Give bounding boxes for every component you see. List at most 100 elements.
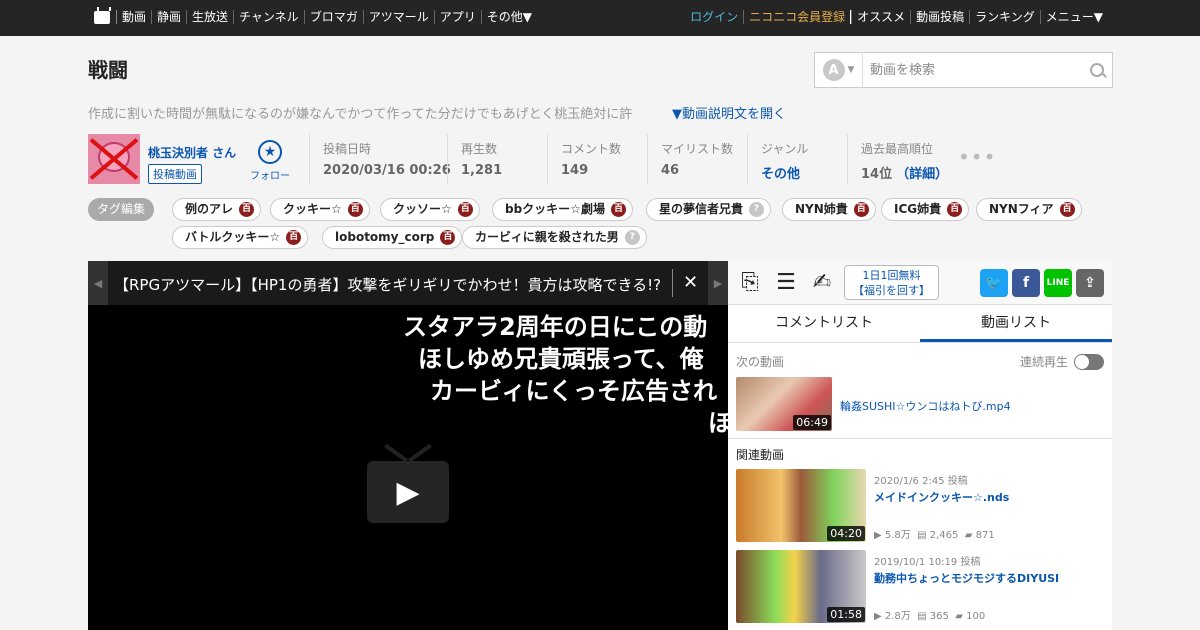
genre-link[interactable]: その他: [761, 163, 847, 182]
nav-seiga[interactable]: 静画: [151, 10, 186, 24]
related-video-item[interactable]: 01:58 2019/10/1 10:19 投稿 勤務中ちょっとモジモジするDI…: [736, 550, 1104, 624]
owner-name[interactable]: 桃玉決別者 さん: [148, 144, 236, 161]
nav-atsumaru[interactable]: アツマール: [362, 10, 434, 24]
tag-label: クッソー☆: [393, 202, 452, 216]
autoplay-toggle[interactable]: 連続再生: [1020, 353, 1104, 370]
stat-genre: ジャンル その他: [747, 134, 847, 184]
stat-label: 再生数: [461, 142, 498, 156]
share-icon[interactable]: ⇪: [1076, 269, 1104, 297]
video-title-link[interactable]: メイドインクッキー☆.nds: [874, 489, 1009, 505]
next-video-item[interactable]: 06:49 輪姦SUSHI☆ウンコはねトび.mp4: [736, 377, 1104, 431]
nav-recommend[interactable]: オススメ: [851, 10, 910, 24]
tag-item[interactable]: ICG姉貴百: [881, 198, 970, 221]
description-toggle[interactable]: ▼動画説明文を開く: [672, 103, 786, 122]
tag-label: ICG姉貴: [894, 202, 942, 216]
comment-count: 365: [929, 611, 949, 622]
nav-channel[interactable]: チャンネル: [233, 10, 304, 24]
video-title-link[interactable]: 勤務中ちょっとモジモジするDIYUSI: [874, 570, 1059, 586]
tag-item[interactable]: 星の夢信者兄貴?: [646, 198, 772, 221]
search-icon[interactable]: [1084, 55, 1112, 85]
video-thumbnail[interactable]: 01:58: [736, 550, 866, 623]
dictionary-icon[interactable]: 百: [239, 202, 255, 217]
related-videos-label: 関連動画: [736, 448, 785, 462]
tag-item[interactable]: カービィに親を殺された男?: [462, 226, 647, 249]
dictionary-icon[interactable]: 百: [347, 202, 363, 217]
more-menu-icon[interactable]: •••: [958, 147, 996, 167]
nav-app[interactable]: アプリ: [433, 10, 481, 24]
nav-blomaga[interactable]: ブロマガ: [303, 10, 363, 24]
nav-ranking[interactable]: ランキング: [969, 10, 1040, 24]
dictionary-icon[interactable]: 百: [440, 230, 456, 245]
dictionary-icon[interactable]: 百: [947, 202, 963, 217]
dictionary-icon[interactable]: 百: [286, 230, 302, 245]
search-input[interactable]: [863, 55, 1084, 85]
tag-item[interactable]: 例のアレ百: [172, 198, 262, 221]
dictionary-icon[interactable]: 百: [853, 202, 869, 217]
tag-item[interactable]: クッキー☆ 百: [270, 198, 370, 221]
dictionary-icon[interactable]: 百: [610, 202, 626, 217]
tag-item[interactable]: lobotomy_corp 百: [322, 226, 463, 249]
nav-menu[interactable]: メニュー▼: [1039, 10, 1108, 24]
video-thumbnail[interactable]: 04:20: [736, 469, 866, 542]
view-count: 5.8万: [884, 530, 911, 541]
lottery-button[interactable]: 1日1回無料 【福引を回す】: [844, 265, 939, 300]
nav-other[interactable]: その他▼: [480, 10, 537, 24]
stat-label: ジャンル: [761, 142, 809, 156]
tv-antenna-icon: [385, 443, 431, 461]
duration-badge: 06:49: [793, 415, 831, 430]
owner-avatar[interactable]: [88, 134, 140, 184]
search-box: A ▼: [814, 52, 1113, 88]
register-link[interactable]: ニコニコ会員登録: [743, 10, 852, 24]
account-nav: ログイン ニコニコ会員登録 オススメ 動画投稿 ランキング メニュー▼: [685, 10, 1108, 24]
tab-comment-list[interactable]: コメントリスト: [728, 305, 920, 342]
save-to-playlist-icon[interactable]: ⎘: [736, 270, 764, 296]
tab-video-list[interactable]: 動画リスト: [920, 305, 1112, 342]
niconico-logo-icon[interactable]: [94, 10, 110, 24]
dictionary-icon[interactable]: 百: [1059, 202, 1075, 217]
search-mode-selector[interactable]: A ▼: [815, 53, 863, 87]
stat-posted-date: 投稿日時 2020/03/16 00:26: [309, 134, 451, 184]
video-title-link[interactable]: 輪姦SUSHI☆ウンコはねトび.mp4: [840, 398, 1011, 414]
nicoad-icon[interactable]: ✍: [808, 270, 836, 296]
stat-value: 1,281: [461, 163, 503, 178]
login-link[interactable]: ログイン: [685, 10, 743, 24]
nav-live[interactable]: 生放送: [186, 10, 233, 24]
nav-video[interactable]: 動画: [116, 10, 151, 24]
follow-label: フォロー: [250, 171, 290, 182]
prev-arrow-icon[interactable]: ◀: [88, 261, 108, 305]
related-video-item[interactable]: 04:20 2020/1/6 2:45 投稿 メイドインクッキー☆.nds ▶ …: [736, 469, 1104, 543]
toggle-switch[interactable]: [1074, 353, 1104, 370]
stat-label: コメント数: [561, 142, 622, 156]
tag-item[interactable]: NYNフィア百: [976, 198, 1082, 221]
stat-value: 149: [561, 163, 589, 178]
tag-edit-button[interactable]: タグ編集: [88, 198, 155, 221]
question-icon[interactable]: ?: [624, 230, 640, 245]
rank-detail-link[interactable]: （詳細）: [896, 167, 948, 182]
tag-label: クッキー☆: [283, 202, 342, 216]
dictionary-icon[interactable]: 百: [457, 202, 473, 217]
nav-upload[interactable]: 動画投稿: [910, 10, 969, 24]
question-icon[interactable]: ?: [749, 202, 765, 217]
series-title[interactable]: 【RPGアツマール】【HP1の勇者】攻撃をギリギリでかわせ！貴方は攻略できる!?: [114, 274, 670, 295]
next-arrow-icon[interactable]: ▶: [708, 261, 728, 305]
stat-comments: コメント数 149: [547, 134, 647, 184]
global-nav: 動画 静画 生放送 チャンネル ブロマガ アツマール アプリ その他▼: [94, 10, 537, 24]
tag-item[interactable]: バトルクッキー☆ 百: [172, 226, 309, 249]
facebook-icon[interactable]: f: [1012, 269, 1040, 297]
duration-badge: 01:58: [827, 607, 865, 622]
close-icon[interactable]: ✕: [672, 269, 708, 297]
twitter-icon[interactable]: 🐦: [980, 269, 1008, 297]
tag-item[interactable]: クッソー☆ 百: [380, 198, 480, 221]
video-player[interactable]: ◀ 【RPGアツマール】【HP1の勇者】攻撃をギリギリでかわせ！貴方は攻略できる…: [88, 261, 728, 630]
video-thumbnail[interactable]: 06:49: [736, 377, 832, 431]
owner-videos-button[interactable]: 投稿動画: [148, 164, 202, 184]
tag-item[interactable]: NYN姉貴百: [782, 198, 876, 221]
tag-item[interactable]: bbクッキー☆劇場百: [492, 198, 633, 221]
line-icon[interactable]: LINE: [1044, 269, 1072, 297]
follow-button[interactable]: ★ フォロー: [250, 140, 290, 182]
tag-label: lobotomy_corp: [335, 230, 435, 244]
video-stats: ▶ 2.8万 ▤ 365 ▰ 100: [874, 611, 986, 622]
add-mylist-icon[interactable]: ☰: [772, 270, 800, 296]
scrolling-comment: ほ: [708, 409, 728, 437]
play-button[interactable]: ▶: [367, 443, 449, 527]
